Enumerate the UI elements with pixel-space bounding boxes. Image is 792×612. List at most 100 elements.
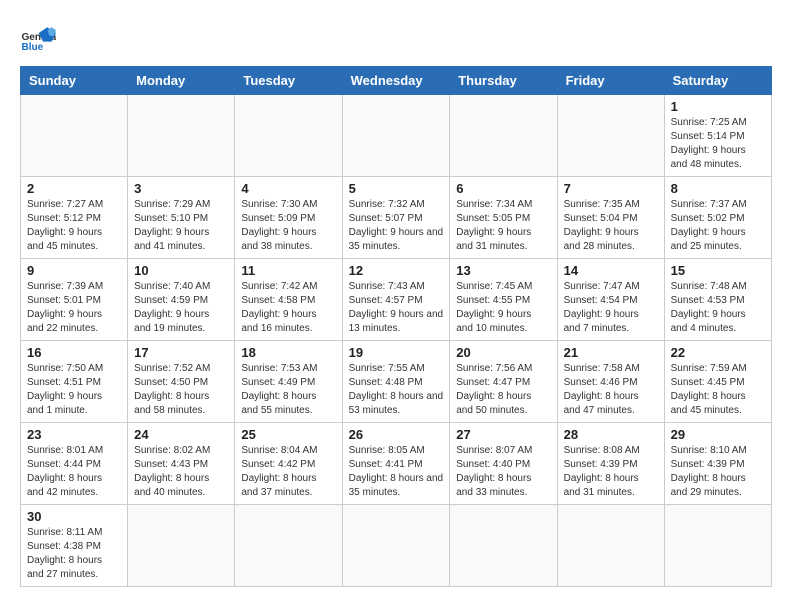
- calendar-body: 1 Sunrise: 7:25 AM Sunset: 5:14 PM Daylig…: [21, 95, 772, 587]
- day-number: 21: [564, 345, 658, 360]
- day-number: 11: [241, 263, 335, 278]
- day-number: 27: [456, 427, 550, 442]
- calendar-day-cell: [235, 505, 342, 587]
- calendar-day-cell: 17Sunrise: 7:52 AM Sunset: 4:50 PM Dayli…: [128, 341, 235, 423]
- day-number: 25: [241, 427, 335, 442]
- svg-text:Blue: Blue: [21, 42, 43, 53]
- day-info: Sunrise: 7:59 AM Sunset: 4:45 PM Dayligh…: [671, 362, 765, 418]
- day-number: 19: [349, 345, 444, 360]
- calendar-day-cell: 19Sunrise: 7:55 AM Sunset: 4:48 PM Dayli…: [342, 341, 450, 423]
- day-info: Sunrise: 7:35 AM Sunset: 5:04 PM Dayligh…: [564, 198, 658, 254]
- calendar-day-cell: 27 Sunrise: 8:07 AM Sunset: 4:40 PM Dayli…: [450, 423, 557, 505]
- day-info: Sunrise: 7:37 AM Sunset: 5:02 PM Dayligh…: [671, 198, 765, 254]
- calendar-day-cell: 8Sunrise: 7:37 AM Sunset: 5:02 PM Daylig…: [664, 177, 771, 259]
- calendar-day-cell: 23 Sunrise: 8:01 AM Sunset: 4:44 PM Dayli…: [21, 423, 128, 505]
- calendar-header-row: SundayMondayTuesdayWednesdayThursdayFrid…: [21, 67, 772, 95]
- calendar-day-cell: 24 Sunrise: 8:02 AM Sunset: 4:43 PM Dayli…: [128, 423, 235, 505]
- day-number: 15: [671, 263, 765, 278]
- day-number: 12: [349, 263, 444, 278]
- day-info: Sunrise: 7:48 AM Sunset: 4:53 PM Dayligh…: [671, 280, 765, 336]
- calendar-day-cell: [128, 505, 235, 587]
- calendar-day-cell: 7 Sunrise: 7:35 AM Sunset: 5:04 PM Daylig…: [557, 177, 664, 259]
- day-number: 28: [564, 427, 658, 442]
- calendar-day-cell: [664, 505, 771, 587]
- calendar-day-cell: [21, 95, 128, 177]
- day-info: Sunrise: 7:58 AM Sunset: 4:46 PM Dayligh…: [564, 362, 658, 418]
- day-info: Sunrise: 7:53 AM Sunset: 4:49 PM Dayligh…: [241, 362, 335, 418]
- calendar-day-cell: 6Sunrise: 7:34 AM Sunset: 5:05 PM Daylig…: [450, 177, 557, 259]
- day-number: 10: [134, 263, 228, 278]
- day-info: Sunrise: 7:47 AM Sunset: 4:54 PM Dayligh…: [564, 280, 658, 336]
- calendar-day-cell: 20Sunrise: 7:56 AM Sunset: 4:47 PM Dayli…: [450, 341, 557, 423]
- calendar-day-cell: 10 Sunrise: 7:40 AM Sunset: 4:59 PM Dayli…: [128, 259, 235, 341]
- day-info: Sunrise: 8:02 AM Sunset: 4:43 PM Dayligh…: [134, 444, 228, 500]
- day-info: Sunrise: 7:39 AM Sunset: 5:01 PM Dayligh…: [27, 280, 121, 336]
- day-info: Sunrise: 7:43 AM Sunset: 4:57 PM Dayligh…: [349, 280, 444, 336]
- day-number: 6: [456, 181, 550, 196]
- day-number: 24: [134, 427, 228, 442]
- day-info: Sunrise: 7:27 AM Sunset: 5:12 PM Dayligh…: [27, 198, 121, 254]
- day-number: 9: [27, 263, 121, 278]
- calendar-day-header: Monday: [128, 67, 235, 95]
- calendar-day-header: Sunday: [21, 67, 128, 95]
- day-info: Sunrise: 7:29 AM Sunset: 5:10 PM Dayligh…: [134, 198, 228, 254]
- day-info: Sunrise: 7:40 AM Sunset: 4:59 PM Dayligh…: [134, 280, 228, 336]
- calendar-day-cell: [557, 505, 664, 587]
- calendar-day-cell: 15 Sunrise: 7:48 AM Sunset: 4:53 PM Dayli…: [664, 259, 771, 341]
- calendar-day-cell: 22Sunrise: 7:59 AM Sunset: 4:45 PM Dayli…: [664, 341, 771, 423]
- calendar-week-row: 9 Sunrise: 7:39 AM Sunset: 5:01 PM Daylig…: [21, 259, 772, 341]
- day-number: 5: [349, 181, 444, 196]
- calendar-table: SundayMondayTuesdayWednesdayThursdayFrid…: [20, 66, 772, 587]
- calendar-day-cell: 25 Sunrise: 8:04 AM Sunset: 4:42 PM Dayli…: [235, 423, 342, 505]
- calendar-week-row: 1 Sunrise: 7:25 AM Sunset: 5:14 PM Daylig…: [21, 95, 772, 177]
- day-info: Sunrise: 7:50 AM Sunset: 4:51 PM Dayligh…: [27, 362, 121, 418]
- day-number: 30: [27, 509, 121, 524]
- calendar-day-cell: [128, 95, 235, 177]
- day-info: Sunrise: 8:10 AM Sunset: 4:39 PM Dayligh…: [671, 444, 765, 500]
- calendar-day-header: Tuesday: [235, 67, 342, 95]
- day-info: Sunrise: 8:11 AM Sunset: 4:38 PM Dayligh…: [27, 526, 121, 582]
- day-number: 20: [456, 345, 550, 360]
- calendar-day-cell: [342, 505, 450, 587]
- calendar-day-cell: 1 Sunrise: 7:25 AM Sunset: 5:14 PM Daylig…: [664, 95, 771, 177]
- calendar-day-header: Wednesday: [342, 67, 450, 95]
- day-number: 14: [564, 263, 658, 278]
- calendar-day-cell: 16Sunrise: 7:50 AM Sunset: 4:51 PM Dayli…: [21, 341, 128, 423]
- logo-icon: General Blue: [20, 20, 56, 56]
- day-number: 3: [134, 181, 228, 196]
- calendar-day-cell: 2Sunrise: 7:27 AM Sunset: 5:12 PM Daylig…: [21, 177, 128, 259]
- calendar-day-cell: 21 Sunrise: 7:58 AM Sunset: 4:46 PM Dayli…: [557, 341, 664, 423]
- calendar-day-cell: 29Sunrise: 8:10 AM Sunset: 4:39 PM Dayli…: [664, 423, 771, 505]
- day-number: 26: [349, 427, 444, 442]
- day-info: Sunrise: 8:01 AM Sunset: 4:44 PM Dayligh…: [27, 444, 121, 500]
- calendar-day-cell: [450, 95, 557, 177]
- day-info: Sunrise: 7:30 AM Sunset: 5:09 PM Dayligh…: [241, 198, 335, 254]
- day-info: Sunrise: 7:42 AM Sunset: 4:58 PM Dayligh…: [241, 280, 335, 336]
- calendar-day-cell: 5 Sunrise: 7:32 AM Sunset: 5:07 PM Daylig…: [342, 177, 450, 259]
- calendar-day-cell: 14 Sunrise: 7:47 AM Sunset: 4:54 PM Dayli…: [557, 259, 664, 341]
- day-number: 4: [241, 181, 335, 196]
- day-number: 17: [134, 345, 228, 360]
- calendar-day-cell: [557, 95, 664, 177]
- logo: General Blue: [20, 20, 60, 56]
- day-number: 7: [564, 181, 658, 196]
- day-number: 23: [27, 427, 121, 442]
- day-info: Sunrise: 7:25 AM Sunset: 5:14 PM Dayligh…: [671, 116, 765, 172]
- day-info: Sunrise: 8:07 AM Sunset: 4:40 PM Dayligh…: [456, 444, 550, 500]
- calendar-week-row: 23 Sunrise: 8:01 AM Sunset: 4:44 PM Dayli…: [21, 423, 772, 505]
- day-info: Sunrise: 7:32 AM Sunset: 5:07 PM Dayligh…: [349, 198, 444, 254]
- day-number: 13: [456, 263, 550, 278]
- calendar-day-header: Friday: [557, 67, 664, 95]
- page-header: General Blue: [20, 20, 772, 56]
- day-info: Sunrise: 8:04 AM Sunset: 4:42 PM Dayligh…: [241, 444, 335, 500]
- calendar-day-cell: [235, 95, 342, 177]
- day-number: 1: [671, 99, 765, 114]
- calendar-day-cell: [450, 505, 557, 587]
- calendar-day-cell: 11 Sunrise: 7:42 AM Sunset: 4:58 PM Dayli…: [235, 259, 342, 341]
- day-number: 18: [241, 345, 335, 360]
- calendar-day-header: Saturday: [664, 67, 771, 95]
- day-info: Sunrise: 7:45 AM Sunset: 4:55 PM Dayligh…: [456, 280, 550, 336]
- calendar-day-cell: 9 Sunrise: 7:39 AM Sunset: 5:01 PM Daylig…: [21, 259, 128, 341]
- calendar-day-cell: 28Sunrise: 8:08 AM Sunset: 4:39 PM Dayli…: [557, 423, 664, 505]
- calendar-day-cell: 18 Sunrise: 7:53 AM Sunset: 4:49 PM Dayli…: [235, 341, 342, 423]
